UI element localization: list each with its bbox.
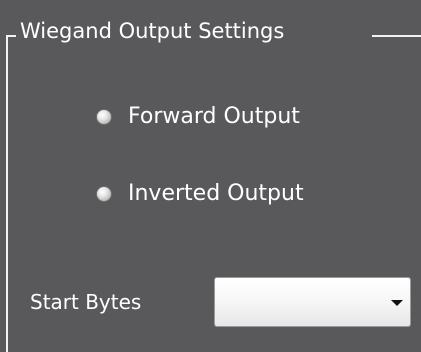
wiegand-output-settings-group: Wiegand Output Settings Forward Output I… [0, 0, 421, 352]
start-bytes-dropdown[interactable] [214, 277, 411, 327]
inverted-output-label: Inverted Output [128, 181, 304, 206]
groupbox-left-border [6, 35, 8, 352]
forward-output-radio[interactable]: Forward Output [96, 102, 300, 132]
groupbox-top-right-border [372, 35, 421, 37]
group-title: Wiegand Output Settings [20, 19, 285, 43]
radio-button-icon[interactable] [96, 186, 112, 202]
start-bytes-label: Start Bytes [30, 290, 142, 314]
groupbox-top-left-border [6, 35, 16, 37]
radio-button-icon[interactable] [96, 109, 112, 125]
chevron-down-icon[interactable] [391, 300, 403, 306]
inverted-output-radio[interactable]: Inverted Output [96, 179, 304, 209]
forward-output-label: Forward Output [128, 104, 300, 129]
